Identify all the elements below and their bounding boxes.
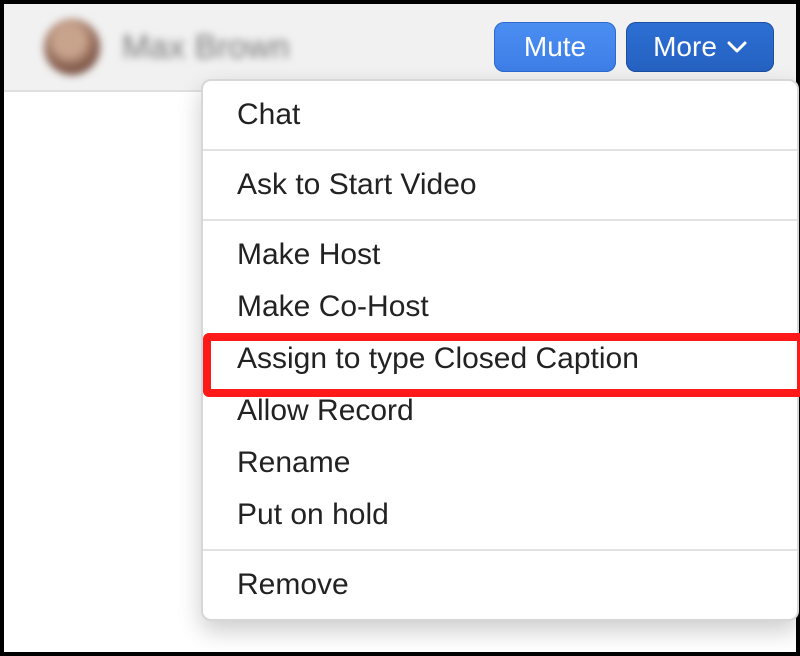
menu-item-chat[interactable]: Chat bbox=[203, 81, 797, 149]
mute-button-label: Mute bbox=[524, 31, 586, 63]
menu-item-assign-cc[interactable]: Assign to type Closed Caption bbox=[203, 333, 797, 385]
chevron-down-icon bbox=[727, 40, 747, 54]
menu-item-label: Make Host bbox=[237, 238, 380, 271]
menu-item-label: Put on hold bbox=[237, 498, 389, 531]
avatar bbox=[44, 19, 100, 75]
more-menu: Chat Ask to Start Video Make Host Make Co-H… bbox=[201, 79, 799, 621]
menu-item-label: Remove bbox=[237, 568, 349, 601]
menu-item-label: Rename bbox=[237, 446, 350, 479]
participant-actions: Mute More bbox=[494, 22, 796, 72]
menu-section: Chat bbox=[203, 81, 797, 149]
menu-item-put-on-hold[interactable]: Put on hold bbox=[203, 489, 797, 549]
menu-item-label: Ask to Start Video bbox=[237, 168, 477, 201]
menu-item-remove[interactable]: Remove bbox=[203, 551, 797, 619]
menu-item-ask-start-video[interactable]: Ask to Start Video bbox=[203, 151, 797, 219]
menu-section: Ask to Start Video bbox=[203, 149, 797, 219]
menu-section: Make Host Make Co-Host Assign to type Clos… bbox=[203, 219, 797, 549]
menu-section: Remove bbox=[203, 549, 797, 619]
more-button-label: More bbox=[653, 31, 717, 63]
menu-item-make-co-host[interactable]: Make Co-Host bbox=[203, 281, 797, 333]
menu-item-allow-record[interactable]: Allow Record bbox=[203, 385, 797, 437]
menu-item-label: Allow Record bbox=[237, 394, 414, 427]
more-button[interactable]: More bbox=[626, 22, 774, 72]
participant-name: Max Brown bbox=[122, 28, 290, 66]
menu-item-label: Assign to type Closed Caption bbox=[237, 342, 639, 375]
mute-button[interactable]: Mute bbox=[494, 22, 616, 72]
menu-item-label: Make Co-Host bbox=[237, 290, 429, 323]
menu-item-label: Chat bbox=[237, 98, 300, 131]
window-frame: Max Brown Mute More Chat Ask to Start Vid… bbox=[0, 0, 800, 656]
menu-item-rename[interactable]: Rename bbox=[203, 437, 797, 489]
menu-item-make-host[interactable]: Make Host bbox=[203, 221, 797, 281]
